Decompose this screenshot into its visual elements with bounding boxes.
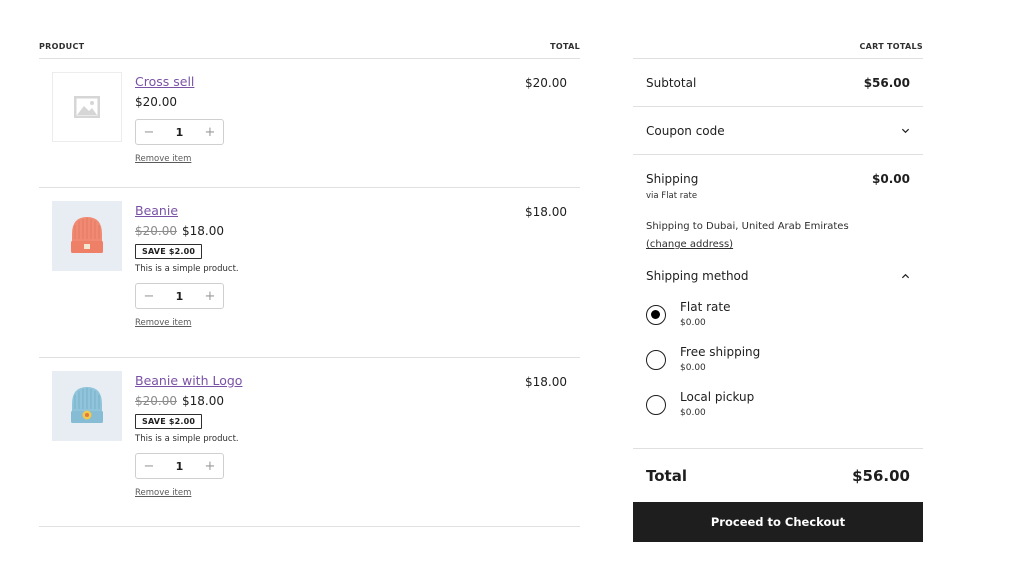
total-value: $56.00 — [852, 466, 910, 485]
remove-item-link[interactable]: Remove item — [135, 154, 191, 164]
shipping-section: Shipping $0.00 via Flat rate Shipping to… — [633, 155, 923, 449]
product-price: $20.00 — [135, 95, 224, 110]
quantity-input[interactable]: 1 — [162, 126, 197, 139]
cart-table: PRODUCT TOTAL Cross sell $20.00 − 1 + Re… — [39, 38, 580, 527]
product-description: This is a simple product. — [135, 434, 239, 444]
chevron-down-icon — [901, 128, 910, 134]
shipping-row: Shipping $0.00 — [646, 172, 910, 186]
current-price: $20.00 — [135, 95, 177, 109]
shipping-destination: Shipping to Dubai, United Arab Emirates — [646, 221, 849, 232]
current-price: $18.00 — [182, 394, 224, 408]
remove-item-link[interactable]: Remove item — [135, 318, 191, 328]
shipping-option-free-shipping[interactable]: Free shipping $0.00 — [646, 345, 910, 373]
cart-item-row: Beanie with Logo $20.00 $18.00 SAVE $2.00… — [39, 358, 580, 527]
coupon-code-toggle[interactable]: Coupon code — [633, 107, 923, 155]
cart-totals-panel: CART TOTALS Subtotal $56.00 Coupon code … — [633, 38, 923, 542]
total-row: Total $56.00 — [633, 449, 923, 502]
product-name-link[interactable]: Beanie with Logo — [135, 373, 242, 389]
radio-button[interactable] — [646, 350, 666, 370]
total-label: Total — [646, 466, 687, 485]
shipping-method-toggle[interactable]: Shipping method — [646, 269, 910, 283]
product-name-link[interactable]: Cross sell — [135, 74, 224, 90]
increase-quantity-button[interactable]: + — [197, 459, 223, 474]
change-address-link[interactable]: (change address) — [646, 239, 733, 250]
line-total: $20.00 — [525, 76, 567, 90]
remove-item-link[interactable]: Remove item — [135, 488, 191, 498]
subtotal-row: Subtotal $56.00 — [633, 59, 923, 107]
decrease-quantity-button[interactable]: − — [136, 459, 162, 474]
save-badge: SAVE $2.00 — [135, 244, 203, 259]
line-total: $18.00 — [525, 375, 567, 389]
shipping-label: Shipping — [646, 172, 699, 186]
product-image-orange-beanie[interactable] — [52, 201, 122, 271]
product-description: This is a simple product. — [135, 264, 239, 274]
cart-item-row: Beanie $20.00 $18.00 SAVE $2.00 This is a… — [39, 188, 580, 358]
save-badge: SAVE $2.00 — [135, 414, 203, 429]
cart-item-info: Beanie with Logo $20.00 $18.00 SAVE $2.00… — [135, 373, 242, 499]
product-column-header: PRODUCT — [39, 42, 85, 51]
shipping-option-price: $0.00 — [680, 363, 706, 373]
product-name-link[interactable]: Beanie — [135, 203, 239, 219]
blue-beanie-with-logo-icon — [71, 387, 103, 423]
radio-button[interactable] — [646, 395, 666, 415]
current-price: $18.00 — [182, 224, 224, 238]
shipping-option-label: Free shipping — [680, 345, 761, 359]
decrease-quantity-button[interactable]: − — [136, 125, 162, 140]
chevron-up-icon — [901, 273, 910, 278]
shipping-option-label: Flat rate — [680, 300, 731, 314]
cart-table-header: PRODUCT TOTAL — [39, 38, 580, 59]
coupon-code-label: Coupon code — [646, 123, 725, 138]
subtotal-label: Subtotal — [646, 75, 697, 90]
cart-item-row: Cross sell $20.00 − 1 + Remove item $20.… — [39, 59, 580, 188]
product-price: $20.00 $18.00 — [135, 224, 239, 239]
original-price: $20.00 — [135, 394, 177, 408]
increase-quantity-button[interactable]: + — [197, 289, 223, 304]
shipping-option-price: $0.00 — [680, 408, 706, 418]
proceed-to-checkout-button[interactable]: Proceed to Checkout — [633, 502, 923, 542]
decrease-quantity-button[interactable]: − — [136, 289, 162, 304]
product-image-placeholder[interactable] — [52, 72, 122, 142]
image-placeholder-icon — [74, 96, 100, 118]
cart-totals-header: CART TOTALS — [633, 38, 923, 59]
cart-item-info: Beanie $20.00 $18.00 SAVE $2.00 This is a… — [135, 203, 239, 329]
subtotal-value: $56.00 — [863, 75, 910, 90]
shipping-value: $0.00 — [872, 172, 910, 186]
quantity-stepper[interactable]: − 1 + — [135, 119, 224, 145]
radio-button-selected[interactable] — [646, 305, 666, 325]
shipping-option-price: $0.00 — [680, 318, 706, 328]
shipping-option-label: Local pickup — [680, 390, 755, 404]
quantity-input[interactable]: 1 — [162, 290, 197, 303]
shipping-via: via Flat rate — [646, 191, 698, 201]
quantity-stepper[interactable]: − 1 + — [135, 283, 224, 309]
increase-quantity-button[interactable]: + — [197, 125, 223, 140]
shipping-method-label: Shipping method — [646, 269, 749, 283]
quantity-input[interactable]: 1 — [162, 460, 197, 473]
total-column-header: TOTAL — [550, 42, 580, 51]
shipping-option-local-pickup[interactable]: Local pickup $0.00 — [646, 390, 910, 418]
product-image-blue-beanie[interactable] — [52, 371, 122, 441]
shipping-method-options: Flat rate $0.00 Free shipping $0.00 Loca… — [646, 300, 910, 418]
cart-item-info: Cross sell $20.00 − 1 + Remove item — [135, 74, 224, 165]
line-total: $18.00 — [525, 205, 567, 219]
orange-beanie-icon — [71, 217, 103, 253]
shipping-option-flat-rate[interactable]: Flat rate $0.00 — [646, 300, 910, 328]
quantity-stepper[interactable]: − 1 + — [135, 453, 224, 479]
original-price: $20.00 — [135, 224, 177, 238]
product-price: $20.00 $18.00 — [135, 394, 242, 409]
